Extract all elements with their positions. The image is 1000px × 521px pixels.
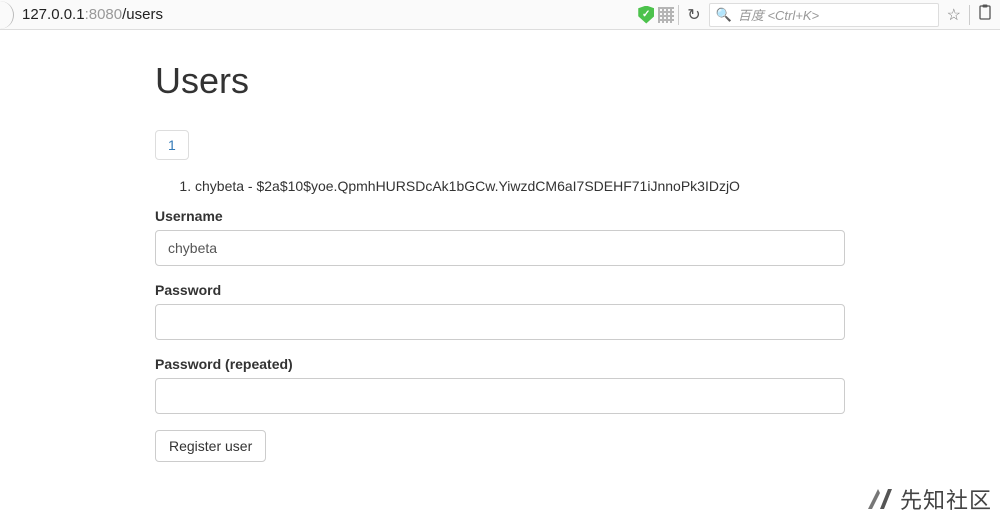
url-port: :8080: [85, 6, 123, 23]
search-placeholder: 百度 <Ctrl+K>: [738, 5, 932, 24]
username-label: Username: [155, 208, 845, 224]
url-host: 127.0.0.1: [18, 6, 85, 23]
search-icon: 🔍: [716, 7, 732, 23]
page-title: Users: [155, 60, 845, 102]
bookmark-star-icon[interactable]: ☆: [943, 5, 965, 25]
password-label: Password: [155, 282, 845, 298]
pagination-page-1[interactable]: 1: [156, 131, 188, 159]
watermark-text: 先知社区: [900, 483, 992, 515]
browser-toolbar: 127.0.0.1:8080/users ↻ 🔍 百度 <Ctrl+K> ☆: [0, 0, 1000, 30]
form-group-username: Username: [155, 208, 845, 266]
identity-arc-icon: [0, 1, 14, 29]
password-repeated-label: Password (repeated): [155, 356, 845, 372]
user-list: chybeta - $2a$10$yoe.QpmhHURSDcAk1bGCw.Y…: [195, 178, 845, 194]
username-input[interactable]: [155, 230, 845, 266]
watermark: 先知社区: [866, 483, 992, 515]
reload-icon[interactable]: ↻: [683, 5, 704, 25]
register-user-button[interactable]: Register user: [155, 430, 266, 462]
url-bar[interactable]: 127.0.0.1:8080/users: [18, 3, 634, 27]
user-list-item: chybeta - $2a$10$yoe.QpmhHURSDcAk1bGCw.Y…: [195, 178, 845, 194]
watermark-logo-icon: [866, 485, 894, 513]
toolbar-divider-2: [969, 5, 970, 25]
password-input[interactable]: [155, 304, 845, 340]
page-container: Users 1 chybeta - $2a$10$yoe.QpmhHURSDcA…: [140, 30, 860, 462]
qr-icon[interactable]: [658, 7, 674, 23]
url-input-spacer[interactable]: [163, 3, 634, 27]
shield-icon[interactable]: [638, 6, 654, 24]
form-group-password: Password: [155, 282, 845, 340]
password-repeated-input[interactable]: [155, 378, 845, 414]
clipboard-icon[interactable]: [974, 4, 996, 25]
pagination: 1: [155, 130, 189, 160]
toolbar-divider: [678, 5, 679, 25]
url-path: /users: [122, 6, 163, 23]
search-box[interactable]: 🔍 百度 <Ctrl+K>: [709, 3, 939, 27]
form-group-password-repeated: Password (repeated): [155, 356, 845, 414]
